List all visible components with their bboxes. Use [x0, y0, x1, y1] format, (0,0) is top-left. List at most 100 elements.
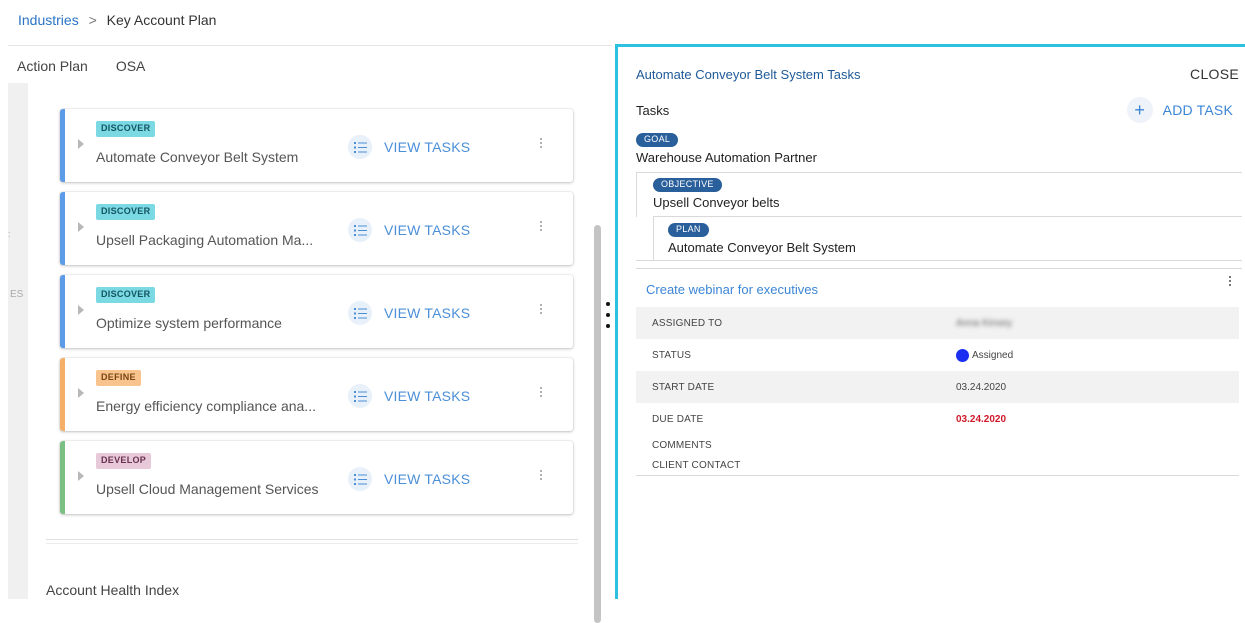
- hierarchy-divider: [636, 260, 1242, 261]
- goal-name: Warehouse Automation Partner: [636, 150, 817, 165]
- due-date-value[interactable]: 03.24.2020: [956, 414, 1006, 425]
- status-value[interactable]: Assigned: [956, 348, 1014, 362]
- expand-caret-icon[interactable]: [78, 471, 84, 481]
- details-divider: [636, 475, 1239, 476]
- plan-card[interactable]: DISCOVER Optimize system performance VIE…: [60, 275, 573, 348]
- strip-mark: :: [8, 229, 11, 239]
- plan-card-title: Optimize system performance: [96, 315, 282, 331]
- stage-badge: DISCOVER: [96, 287, 156, 303]
- plan-card-title: Upsell Cloud Management Services: [96, 481, 319, 497]
- stage-badge: DISCOVER: [96, 121, 156, 137]
- close-button[interactable]: CLOSE: [1190, 66, 1239, 82]
- card-more-icon[interactable]: [535, 299, 547, 319]
- detail-label: STATUS: [652, 349, 692, 361]
- view-tasks-button[interactable]: VIEW TASKS: [348, 218, 470, 242]
- view-tasks-button[interactable]: VIEW TASKS: [348, 135, 470, 159]
- detail-row-start-date: START DATE 03.24.2020: [636, 371, 1239, 403]
- plan-card[interactable]: DEFINE Energy efficiency compliance ana.…: [60, 358, 573, 431]
- plan-card[interactable]: DEVELOP Upsell Cloud Management Services…: [60, 441, 573, 514]
- plan-card[interactable]: DISCOVER Upsell Packaging Automation Ma.…: [60, 192, 573, 265]
- view-tasks-label: VIEW TASKS: [384, 471, 471, 487]
- plus-icon: +: [1126, 97, 1153, 123]
- stage-badge: DISCOVER: [96, 204, 156, 220]
- stage-badge: DEFINE: [96, 370, 141, 386]
- detail-row-client-contact: CLIENT CONTACT: [636, 455, 1239, 475]
- add-task-label: ADD TASK: [1162, 102, 1233, 118]
- start-date-value[interactable]: 03.24.2020: [956, 382, 1006, 393]
- detail-label: ASSIGNED TO: [652, 317, 723, 329]
- breadcrumb-link-industries[interactable]: Industries: [18, 12, 79, 28]
- status-text: Assigned: [972, 349, 1014, 361]
- plan-card-title: Automate Conveyor Belt System: [96, 149, 299, 165]
- expand-caret-icon[interactable]: [78, 139, 84, 149]
- plan-item: PLAN Automate Conveyor Belt System: [668, 220, 856, 255]
- breadcrumb-current: Key Account Plan: [106, 12, 217, 28]
- task-list-icon: [348, 218, 372, 242]
- expand-caret-icon[interactable]: [78, 222, 84, 232]
- plan-tag: PLAN: [668, 223, 709, 237]
- detail-label: COMMENTS: [652, 439, 712, 451]
- view-tasks-button[interactable]: VIEW TASKS: [348, 301, 470, 325]
- status-dot-icon: [956, 348, 969, 362]
- hierarchy-divider: [636, 172, 1242, 173]
- plan-card-title: Upsell Packaging Automation Ma...: [96, 232, 314, 248]
- view-tasks-label: VIEW TASKS: [384, 222, 471, 238]
- view-tasks-label: VIEW TASKS: [384, 305, 471, 321]
- task-title-link[interactable]: Create webinar for executives: [646, 282, 818, 297]
- plan-name: Automate Conveyor Belt System: [668, 240, 856, 255]
- breadcrumb: Industries > Key Account Plan: [0, 0, 1245, 40]
- hierarchy-divider: [653, 216, 1242, 217]
- card-more-icon[interactable]: [535, 465, 547, 485]
- strip-text: ES: [10, 289, 24, 300]
- view-tasks-button[interactable]: VIEW TASKS: [348, 384, 470, 408]
- expand-caret-icon[interactable]: [78, 388, 84, 398]
- hierarchy-indent-line: [636, 172, 637, 217]
- stage-badge: DEVELOP: [96, 453, 152, 469]
- task-more-icon[interactable]: [1225, 276, 1235, 292]
- plan-card-list: DISCOVER Automate Conveyor Belt System V…: [60, 109, 573, 524]
- task-list-icon: [348, 384, 372, 408]
- collapsed-side-strip: : ES: [8, 83, 28, 599]
- tab-action-plan[interactable]: Action Plan: [17, 58, 88, 83]
- objective-item: OBJECTIVE Upsell Conveyor belts: [653, 175, 779, 210]
- account-health-index-title: Account Health Index: [46, 582, 180, 598]
- task-list-icon: [348, 467, 372, 491]
- tab-bar: Action Plan OSA: [8, 45, 612, 83]
- detail-label: DUE DATE: [652, 413, 704, 425]
- vertical-scrollbar[interactable]: [594, 225, 601, 623]
- task-list-icon: [348, 135, 372, 159]
- detail-row-due-date: DUE DATE 03.24.2020: [636, 403, 1239, 435]
- assignee-value[interactable]: Anna Kinsey: [956, 318, 1012, 329]
- task-section-divider: [636, 268, 1242, 269]
- goal-tag: GOAL: [636, 133, 679, 147]
- section-divider: [46, 539, 578, 540]
- panel-resize-handle-icon[interactable]: [604, 302, 612, 328]
- plan-card[interactable]: DISCOVER Automate Conveyor Belt System V…: [60, 109, 573, 182]
- section-divider: [46, 543, 578, 544]
- goal-item: GOAL Warehouse Automation Partner: [636, 130, 817, 165]
- add-task-button[interactable]: + ADD TASK: [1126, 97, 1233, 123]
- action-plan-panel: Action Plan OSA : ES DISCOVER Automate C…: [8, 45, 612, 623]
- plan-card-title: Energy efficiency compliance ana...: [96, 398, 316, 414]
- view-tasks-label: VIEW TASKS: [384, 139, 471, 155]
- card-more-icon[interactable]: [535, 216, 547, 236]
- detail-row-assigned-to: ASSIGNED TO Anna Kinsey: [636, 307, 1239, 339]
- view-tasks-button[interactable]: VIEW TASKS: [348, 467, 470, 491]
- tasks-panel: Automate Conveyor Belt System Tasks CLOS…: [615, 44, 1245, 599]
- detail-label: CLIENT CONTACT: [652, 459, 741, 471]
- hierarchy-indent-line: [653, 216, 654, 261]
- expand-caret-icon[interactable]: [78, 305, 84, 315]
- tab-osa[interactable]: OSA: [116, 58, 146, 83]
- detail-label: START DATE: [652, 381, 715, 393]
- task-details-table: ASSIGNED TO Anna Kinsey STATUS Assigned …: [636, 307, 1239, 475]
- card-more-icon[interactable]: [535, 133, 547, 153]
- card-more-icon[interactable]: [535, 382, 547, 402]
- detail-row-status: STATUS Assigned: [636, 339, 1239, 371]
- tasks-panel-title: Automate Conveyor Belt System Tasks: [636, 67, 861, 82]
- objective-tag: OBJECTIVE: [653, 178, 722, 192]
- breadcrumb-separator: >: [88, 12, 97, 28]
- view-tasks-label: VIEW TASKS: [384, 388, 471, 404]
- detail-row-comments: COMMENTS: [636, 435, 1239, 455]
- tasks-heading: Tasks: [636, 103, 670, 118]
- objective-name: Upsell Conveyor belts: [653, 195, 780, 210]
